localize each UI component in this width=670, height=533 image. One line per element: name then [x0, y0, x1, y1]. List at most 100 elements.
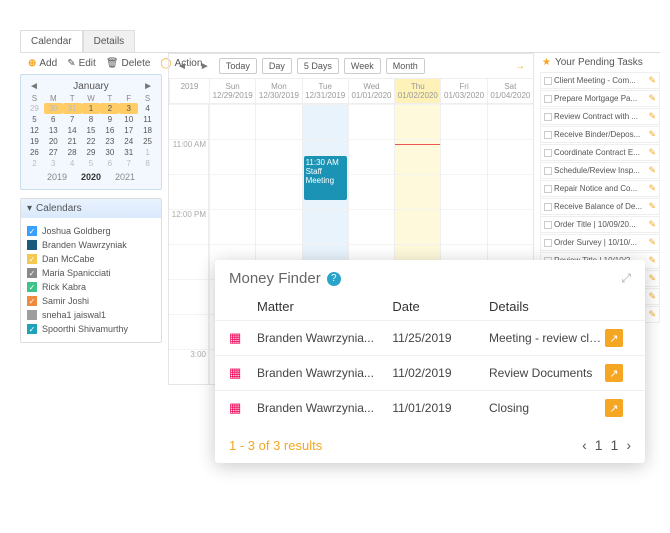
- day-cell[interactable]: 1: [138, 147, 157, 158]
- edit-icon[interactable]: ✎: [648, 273, 656, 284]
- day-cell[interactable]: 7: [63, 114, 82, 125]
- edit-icon[interactable]: ✎: [648, 237, 656, 248]
- day-cell[interactable]: 17: [119, 125, 138, 136]
- task-checkbox[interactable]: [544, 95, 552, 103]
- task-item[interactable]: Order Title | 10/09/20...✎: [540, 216, 660, 233]
- money-row[interactable]: ▦Branden Wawrzynia...11/25/2019Meeting -…: [215, 320, 645, 355]
- day-cell[interactable]: 31: [63, 103, 82, 114]
- calendar-checkbox[interactable]: [27, 310, 37, 320]
- day-cell[interactable]: 4: [63, 158, 82, 169]
- task-item[interactable]: Schedule/Review Insp...✎: [540, 162, 660, 179]
- day-cell[interactable]: 4: [138, 103, 157, 114]
- calendar-checkbox[interactable]: ✓: [27, 268, 37, 278]
- 5days-button[interactable]: 5 Days: [297, 58, 339, 74]
- day-cell[interactable]: 2: [100, 103, 119, 114]
- today-button[interactable]: Today: [219, 58, 257, 74]
- task-item[interactable]: Review Contract with ...✎: [540, 108, 660, 125]
- day-header[interactable]: Tue 12/31/2019: [302, 79, 348, 103]
- pager-next[interactable]: ›: [626, 437, 631, 453]
- day-header[interactable]: Thu 01/02/2020: [394, 79, 440, 103]
- tab-details[interactable]: Details: [83, 30, 136, 52]
- day-cell[interactable]: 9: [100, 114, 119, 125]
- edit-icon[interactable]: ✎: [648, 75, 656, 86]
- edit-icon[interactable]: ✎: [648, 165, 656, 176]
- task-item[interactable]: Prepare Mortgage Pa...✎: [540, 90, 660, 107]
- day-cell[interactable]: 19: [25, 136, 44, 147]
- day-cell[interactable]: 11: [138, 114, 157, 125]
- task-item[interactable]: Repair Notice and Co...✎: [540, 180, 660, 197]
- money-row[interactable]: ▦Branden Wawrzynia...11/02/2019Review Do…: [215, 355, 645, 390]
- day-cell[interactable]: 21: [63, 136, 82, 147]
- day-cell[interactable]: 5: [82, 158, 101, 169]
- help-icon[interactable]: ?: [327, 272, 341, 286]
- day-cell[interactable]: 26: [25, 147, 44, 158]
- day-cell[interactable]: 23: [100, 136, 119, 147]
- calendar-item[interactable]: ✓Dan McCabe: [27, 252, 155, 266]
- calendar-item[interactable]: Branden Wawrzyniak: [27, 238, 155, 252]
- day-header[interactable]: Mon 12/30/2019: [255, 79, 301, 103]
- day-cell[interactable]: 3: [119, 103, 138, 114]
- delete-button[interactable]: 🗑Delete: [106, 58, 151, 69]
- edit-icon[interactable]: ✎: [648, 93, 656, 104]
- day-cell[interactable]: 2: [25, 158, 44, 169]
- edit-button[interactable]: ✎Edit: [67, 58, 96, 69]
- day-header[interactable]: Sun 12/29/2019: [209, 79, 255, 103]
- task-item[interactable]: Client Meeting - Com...✎: [540, 72, 660, 89]
- open-icon[interactable]: ↗: [605, 364, 623, 382]
- calendar-item[interactable]: ✓Samir Joshi: [27, 294, 155, 308]
- task-checkbox[interactable]: [544, 185, 552, 193]
- calendar-checkbox[interactable]: [27, 240, 37, 250]
- day-cell[interactable]: 22: [82, 136, 101, 147]
- calendar-checkbox[interactable]: ✓: [27, 324, 37, 334]
- next-month[interactable]: ►: [139, 81, 157, 92]
- add-button[interactable]: ⊕Add: [28, 58, 57, 69]
- day-cell[interactable]: 28: [63, 147, 82, 158]
- day-cell[interactable]: 20: [44, 136, 63, 147]
- month-button[interactable]: Month: [386, 58, 425, 74]
- day-header[interactable]: Sat 01/04/2020: [487, 79, 533, 103]
- pager-prev[interactable]: ‹: [582, 437, 587, 453]
- task-checkbox[interactable]: [544, 239, 552, 247]
- task-checkbox[interactable]: [544, 221, 552, 229]
- day-cell[interactable]: 3: [44, 158, 63, 169]
- calendar-item[interactable]: ✓Maria Spanicciati: [27, 266, 155, 280]
- task-checkbox[interactable]: [544, 77, 552, 85]
- edit-icon[interactable]: ✎: [648, 255, 656, 266]
- day-cell[interactable]: 7: [119, 158, 138, 169]
- task-checkbox[interactable]: [544, 167, 552, 175]
- day-cell[interactable]: 30: [100, 147, 119, 158]
- edit-icon[interactable]: ✎: [648, 201, 656, 212]
- day-button[interactable]: Day: [262, 58, 292, 74]
- day-cell[interactable]: 25: [138, 136, 157, 147]
- day-cell[interactable]: 5: [25, 114, 44, 125]
- day-cell[interactable]: 30: [44, 103, 63, 114]
- day-cell[interactable]: 8: [138, 158, 157, 169]
- edit-icon[interactable]: ✎: [648, 129, 656, 140]
- task-checkbox[interactable]: [544, 113, 552, 121]
- open-icon[interactable]: ↗: [605, 329, 623, 347]
- day-cell[interactable]: 29: [25, 103, 44, 114]
- day-cell[interactable]: 6: [44, 114, 63, 125]
- day-cell[interactable]: 14: [63, 125, 82, 136]
- pager-1[interactable]: 1: [595, 437, 603, 453]
- calendar-checkbox[interactable]: ✓: [27, 282, 37, 292]
- calendar-item[interactable]: ✓Joshua Goldberg: [27, 224, 155, 238]
- day-header[interactable]: Wed 01/01/2020: [348, 79, 394, 103]
- day-cell[interactable]: 27: [44, 147, 63, 158]
- task-checkbox[interactable]: [544, 149, 552, 157]
- prev-month[interactable]: ◄: [25, 81, 43, 92]
- edit-icon[interactable]: ✎: [648, 147, 656, 158]
- calendar-checkbox[interactable]: ✓: [27, 254, 37, 264]
- cal-prev[interactable]: ◄: [173, 61, 191, 72]
- day-cell[interactable]: 16: [100, 125, 119, 136]
- money-row[interactable]: ▦Branden Wawrzynia...11/01/2019Closing↗: [215, 390, 645, 425]
- edit-icon[interactable]: ✎: [648, 183, 656, 194]
- calendar-checkbox[interactable]: ✓: [27, 226, 37, 236]
- calendar-item[interactable]: ✓Spoorthi Shivamurthy: [27, 322, 155, 336]
- go-right[interactable]: →: [511, 61, 529, 72]
- year-prev[interactable]: 2019: [47, 172, 67, 182]
- expand-icon[interactable]: ⤢: [621, 271, 631, 286]
- edit-icon[interactable]: ✎: [648, 291, 656, 302]
- calendar-item[interactable]: sneha1 jaiswal1: [27, 308, 155, 322]
- day-cell[interactable]: 18: [138, 125, 157, 136]
